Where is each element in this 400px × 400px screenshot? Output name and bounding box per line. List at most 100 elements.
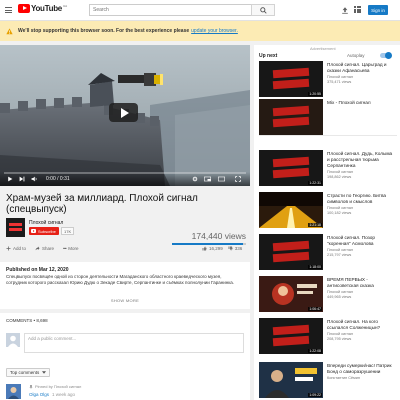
more-label: More	[68, 246, 79, 251]
add-to-label: Add to	[13, 246, 27, 251]
like-button[interactable]: 16,299	[202, 246, 223, 251]
dislike-count: 336	[234, 246, 243, 251]
autoplay-toggle[interactable]	[380, 52, 392, 59]
upload-icon[interactable]	[341, 6, 349, 15]
search-icon	[259, 6, 267, 14]
pin-icon	[29, 384, 33, 389]
logo-text: YouTube	[31, 4, 62, 13]
subscribe-button[interactable]: Subscribe	[29, 227, 59, 235]
country-code: UA	[62, 4, 68, 8]
theater-mode-icon[interactable]	[218, 176, 225, 182]
play-overlay-button[interactable]	[109, 103, 138, 122]
sentiment-bar-fill	[172, 243, 244, 245]
recommended-video[interactable]: 1:22:31 Плохой сигнал. Дудь, Колыма и рас…	[259, 150, 397, 186]
recommended-video-channel[interactable]: Константин Сёмин	[327, 376, 395, 381]
warning-icon	[6, 27, 13, 34]
video-duration: 1:21:18	[308, 223, 322, 227]
settings-icon[interactable]	[192, 176, 198, 182]
thumbs-down-icon	[228, 246, 233, 251]
comment-time[interactable]: 1 week ago	[52, 392, 75, 397]
recommended-video-title[interactable]: Страсти по Георгию. Битва символов и смы…	[327, 193, 395, 205]
thumbs-up-icon	[202, 246, 207, 251]
recommended-video[interactable]: 1:21:18 Страсти по Георгию. Битва символо…	[259, 192, 397, 228]
video-duration: 1:22:08	[308, 349, 322, 353]
youtube-play-icon	[18, 4, 30, 13]
banner-text: We'll stop supporting this browser soon.…	[18, 28, 190, 34]
recommended-video-title[interactable]: Плохой сигнал. На кого ссылался Солжениц…	[327, 319, 395, 331]
video-duration: 1:09:22	[308, 393, 322, 397]
like-count: 16,299	[209, 246, 223, 251]
fullscreen-icon[interactable]	[235, 176, 241, 182]
progress-bar[interactable]	[4, 172, 246, 174]
more-dots-icon: •••	[63, 246, 67, 251]
more-button[interactable]: ••• More	[63, 246, 79, 251]
share-icon	[35, 246, 40, 251]
video-duration: 1:18:00	[308, 265, 322, 269]
recommended-video[interactable]: 1:22:08 Плохой сигнал. На кого ссылался С…	[259, 318, 397, 354]
video-thumbnail[interactable]: 1:09:22	[259, 362, 323, 398]
update-browser-link[interactable]: update your browser.	[191, 28, 238, 34]
autoplay-label: Autoplay	[347, 53, 365, 58]
menu-icon[interactable]	[5, 7, 12, 13]
search-button[interactable]	[251, 4, 275, 16]
recommended-video[interactable]: 1:09:22 Впереди сумерки/нас! Патрик Бонд …	[259, 362, 397, 398]
recommended-video-title[interactable]: Впереди сумерки/нас! Патрик Бонд о самор…	[327, 363, 395, 375]
sentiment-bar	[172, 243, 246, 245]
user-avatar	[6, 333, 20, 347]
commenter-avatar[interactable]	[6, 384, 21, 399]
recommended-video[interactable]: 1:06:47 ВРЕМЯ ПЕРВЫХ - антисоветская сказ…	[259, 276, 397, 312]
video-thumbnail[interactable]: 1:06:47	[259, 276, 323, 312]
add-to-button[interactable]: Add to	[6, 246, 26, 251]
sort-label: Top comments	[10, 370, 40, 375]
video-thumbnail[interactable]: 1:20:55	[259, 61, 323, 97]
play-icon[interactable]	[7, 176, 13, 182]
search-box[interactable]	[89, 4, 252, 16]
video-thumbnail[interactable]: 1:18:00	[259, 234, 323, 270]
video-thumbnail[interactable]: 1:22:08	[259, 318, 323, 354]
recommended-video-views: 100,182 views	[327, 211, 352, 215]
next-icon[interactable]	[19, 176, 25, 182]
dislike-button[interactable]: 336	[228, 246, 243, 251]
recommended-video-title[interactable]: Плохой сигнал. Дудь, Колыма и расстрельн…	[327, 151, 395, 169]
view-count: 174,440 views	[191, 231, 246, 241]
comments-count: COMMENTS • 8,698	[6, 318, 48, 323]
video-thumbnail[interactable]	[259, 99, 323, 135]
recommended-video-views: 198,862 views	[327, 175, 352, 179]
youtube-subscribe-icon	[31, 229, 36, 233]
recommended-video-views: 375,471 views	[327, 80, 352, 84]
apps-icon[interactable]	[354, 6, 361, 13]
search-input[interactable]	[93, 7, 251, 13]
youtube-logo[interactable]: YouTube UA	[18, 4, 67, 13]
miniplayer-icon[interactable]	[204, 176, 211, 182]
volume-icon[interactable]	[31, 176, 38, 182]
time-display: 0:00 / 0:31	[46, 176, 70, 182]
recommended-video-views: 208,795 views	[327, 337, 352, 341]
sign-in-button[interactable]: Sign in	[368, 5, 388, 15]
video-duration: 1:20:55	[308, 92, 322, 96]
subscriber-count: 17K	[61, 227, 75, 235]
share-button[interactable]: Share	[35, 246, 54, 251]
show-more-button[interactable]: SHOW MORE	[0, 298, 250, 303]
sort-comments-dropdown[interactable]: Top comments	[6, 368, 51, 377]
recommended-video[interactable]: Mix - Плохой сигнал	[259, 99, 397, 135]
channel-avatar[interactable]	[6, 218, 25, 237]
pinned-label: Pinned by Плохой сигнал	[29, 384, 81, 389]
chevron-down-icon	[42, 371, 47, 374]
comment-input[interactable]: Add a public comment...	[24, 333, 244, 353]
recommended-video-title[interactable]: ВРЕМЯ ПЕРВЫХ - антисоветская сказка	[327, 277, 395, 289]
video-thumbnail[interactable]: 1:22:31	[259, 150, 323, 186]
recommended-video-views: 215,797 views	[327, 253, 352, 257]
recommended-video[interactable]: 1:20:55 Плохой сигнал. Царьград и сказки …	[259, 61, 397, 97]
recommended-video-title[interactable]: Плохой сигнал. Царьград и сказки Афанась…	[327, 62, 395, 74]
recommended-video[interactable]: 1:18:00 Плохой сигнал. Позор "коренная" А…	[259, 234, 397, 270]
video-actions: Add to Share ••• More	[6, 246, 79, 251]
comment-author[interactable]: Olga Olgs	[29, 392, 49, 397]
recommended-video-title[interactable]: Mix - Плохой сигнал	[327, 100, 395, 106]
recommended-video-views: 449,965 views	[327, 295, 352, 299]
video-thumbnail[interactable]: 1:21:18	[259, 192, 323, 228]
up-next-heading: Up next	[259, 53, 278, 59]
video-player[interactable]	[0, 45, 250, 186]
channel-name[interactable]: Плохой сигнал	[29, 220, 63, 226]
masthead: YouTube UA Sign in	[0, 0, 400, 21]
recommended-video-title[interactable]: Плохой сигнал. Позор "коренная" Асмолова	[327, 235, 395, 247]
